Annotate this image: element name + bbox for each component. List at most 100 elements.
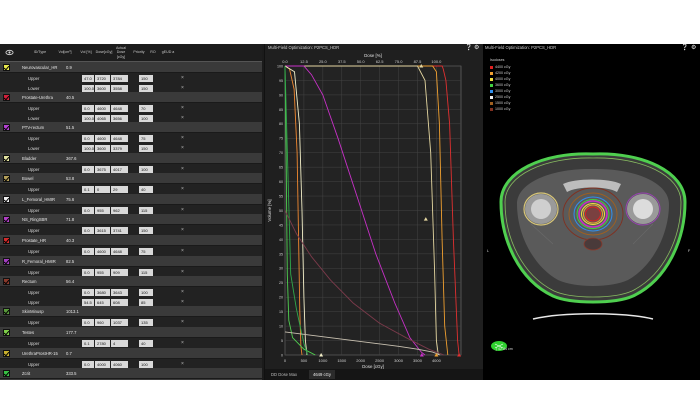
objective-dose-field[interactable]: 960 xyxy=(95,319,110,327)
x-tick-label: 0 xyxy=(284,358,287,363)
objective-priority-field[interactable]: 115 xyxy=(139,206,153,214)
objective-volume-field[interactable]: 0.0 xyxy=(82,227,94,235)
objective-dose-field[interactable]: 645 xyxy=(95,298,110,306)
column-header-geud[interactable]: gEUD a xyxy=(159,44,177,61)
objective-priority-field[interactable]: 70 xyxy=(139,105,153,113)
objective-dose-field[interactable]: 3720 xyxy=(95,75,110,82)
structure-checkbox-icon[interactable] xyxy=(3,124,10,132)
objective-dose-field[interactable]: 955 xyxy=(95,268,110,276)
objective-volume-field[interactable]: 47.0 xyxy=(82,75,94,82)
column-header-actual-dose[interactable]: Actual Dose [cGy] xyxy=(113,44,129,61)
objective-dose-field[interactable]: 0 xyxy=(95,186,110,194)
structure-checkbox-icon[interactable] xyxy=(3,370,10,378)
structure-row[interactable]: Bladder 367.6 xyxy=(0,152,262,164)
objective-priority-field[interactable]: 115 xyxy=(139,268,153,276)
objective-volume-field[interactable]: 0.0 xyxy=(82,248,94,255)
help-icon[interactable]: ❔ xyxy=(465,44,472,51)
objective-volume-field[interactable]: 0.1 xyxy=(82,340,94,347)
objective-priority-field[interactable]: 40 xyxy=(139,340,153,347)
objective-volume-field[interactable]: 0.1 xyxy=(82,186,94,194)
structure-checkbox-icon[interactable] xyxy=(3,308,10,316)
column-header-dose[interactable]: Dose[cGy] xyxy=(95,44,113,61)
top-axis-label: Dose [%] xyxy=(364,53,382,58)
objective-priority-field[interactable]: 75 xyxy=(139,135,153,143)
tab-dose-value[interactable]: 4649 cGy xyxy=(309,370,335,379)
objective-volume-field[interactable]: 0.0 xyxy=(82,165,94,173)
structure-checkbox-icon[interactable] xyxy=(3,278,10,286)
structure-row[interactable]: NS_RingSBR 71.8 xyxy=(0,214,262,226)
structure-row[interactable]: Testes 177.7 xyxy=(0,327,262,338)
objective-volume-field[interactable]: 0.0 xyxy=(82,105,94,113)
objective-priority-field[interactable]: 100 xyxy=(139,360,153,368)
structure-checkbox-icon[interactable] xyxy=(3,175,10,183)
objective-volume-field[interactable]: 54.5 xyxy=(82,298,94,306)
structure-checkbox-icon[interactable] xyxy=(3,257,10,265)
dvh-chart[interactable]: 0 500 1000 1500 2000 2500 3000 3500 40000.0 12.5 2… xyxy=(265,44,483,369)
structure-row[interactable]: L_Femoral_HMIR 75.6 xyxy=(0,193,262,205)
column-header-volume-percent[interactable]: Vol [%] xyxy=(78,44,94,61)
objective-priority-field[interactable]: 100 xyxy=(139,114,153,122)
structure-checkbox-icon[interactable] xyxy=(3,195,10,203)
structure-checkbox-icon[interactable] xyxy=(3,329,10,336)
column-header-volume-cm3[interactable]: Vol[cm³] xyxy=(56,44,74,61)
structure-checkbox-icon[interactable] xyxy=(3,154,10,162)
structure-checkbox-icon[interactable] xyxy=(3,64,10,71)
objective-priority-field[interactable]: 100 xyxy=(139,165,153,173)
structure-row[interactable]: Bladder neck 0.1 xyxy=(0,379,262,380)
settings-gear-icon[interactable]: ⚙ xyxy=(474,44,479,51)
objective-dose-field[interactable]: 4600 xyxy=(95,248,110,255)
column-header-id-type[interactable]: ID/Type xyxy=(28,44,52,61)
y-tick-label: 5 xyxy=(281,339,283,343)
objective-priority-field[interactable]: 150 xyxy=(139,75,153,82)
structure-checkbox-icon[interactable] xyxy=(3,237,10,244)
structure-row[interactable]: Rectum 56.4 xyxy=(0,276,262,288)
objective-volume-field[interactable]: 0.0 xyxy=(82,319,94,327)
objective-priority-field[interactable]: 100 xyxy=(139,289,153,297)
structure-row[interactable]: SkinMinusp 1013.1 xyxy=(0,306,262,318)
objective-priority-field[interactable]: 150 xyxy=(139,145,153,152)
structure-checkbox-icon[interactable] xyxy=(3,94,10,102)
objective-volume-field[interactable]: 100.0 xyxy=(82,84,94,92)
structure-row[interactable]: UrethraProstHR-15 0.7 xyxy=(0,347,262,359)
objective-priority-field[interactable]: 85 xyxy=(139,298,153,306)
objective-dose-field[interactable]: 3600 xyxy=(95,145,110,152)
objective-dose-field[interactable]: 3600 xyxy=(95,84,110,92)
objective-volume-field[interactable]: 0.0 xyxy=(82,360,94,368)
objective-dose-field[interactable]: 3675 xyxy=(95,165,110,173)
objective-dose-field[interactable]: 4065 xyxy=(95,114,110,122)
objective-volume-field[interactable]: 100.0 xyxy=(82,114,94,122)
structure-checkbox-icon[interactable] xyxy=(3,349,10,357)
visibility-eye-icon[interactable] xyxy=(5,48,14,57)
structure-row[interactable]: R_Femoral_HMIR 82.5 xyxy=(0,255,262,267)
tab-dose-max[interactable]: DD Dose Max xyxy=(267,370,301,379)
structure-row[interactable]: Bowel 53.8 xyxy=(0,173,262,185)
objective-dose-field[interactable]: 4000 xyxy=(95,360,110,368)
ct-view-panel[interactable]: Multi-Field Optimization: P2PCS_HDR ❔ ⚙ xyxy=(483,44,700,380)
objective-dose-field[interactable]: 2780 xyxy=(95,340,110,347)
objective-dose-field[interactable]: 4600 xyxy=(95,135,110,143)
objective-volume-field[interactable]: 0.0 xyxy=(82,268,94,276)
objective-priority-field[interactable]: 150 xyxy=(139,84,153,92)
column-header-ro[interactable]: RO xyxy=(148,44,158,61)
objective-volume-field[interactable]: 0.0 xyxy=(82,206,94,214)
objective-dose-field[interactable]: 4600 xyxy=(95,105,110,113)
objective-actual-dose: 4060 xyxy=(111,360,128,368)
objective-priority-field[interactable]: 135 xyxy=(139,319,153,327)
structure-row[interactable]: Prostate-Urethra 40.5 xyxy=(0,92,262,104)
objective-dose-field[interactable]: 3680 xyxy=(95,289,110,297)
objective-priority-field[interactable]: 40 xyxy=(139,186,153,194)
structure-row[interactable]: Zcrit 333.5 xyxy=(0,368,262,380)
structure-row[interactable]: PTV-rectum 51.5 xyxy=(0,122,262,134)
objective-actual-dose: 909 xyxy=(111,268,128,276)
objective-volume-field[interactable]: 0.0 xyxy=(82,135,94,143)
objective-dose-field[interactable]: 3615 xyxy=(95,227,110,235)
column-header-priority[interactable]: Priority xyxy=(131,44,147,61)
objective-priority-field[interactable]: 75 xyxy=(139,248,153,255)
structure-row[interactable]: Neurovascular_HR 0.9 xyxy=(0,62,262,73)
objective-volume-field[interactable]: 0.0 xyxy=(82,289,94,297)
objective-dose-field[interactable]: 955 xyxy=(95,206,110,214)
objective-volume-field[interactable]: 100.0 xyxy=(82,145,94,152)
structure-checkbox-icon[interactable] xyxy=(3,216,10,224)
structure-row[interactable]: Prostate_HR 40.3 xyxy=(0,235,262,246)
objective-priority-field[interactable]: 150 xyxy=(139,227,153,235)
